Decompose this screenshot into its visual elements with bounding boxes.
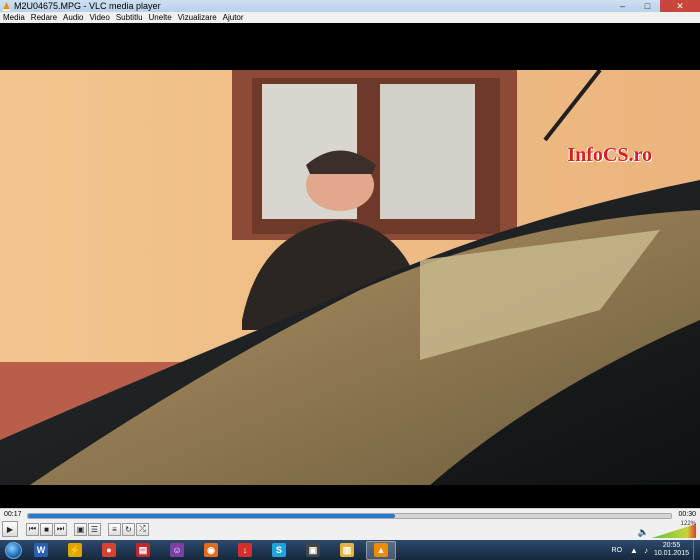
- seek-bar[interactable]: [27, 513, 672, 519]
- playlist-icon[interactable]: ≡: [108, 522, 121, 536]
- total-time: 00:30: [678, 511, 696, 518]
- start-button[interactable]: [0, 540, 26, 560]
- taskbar-app-pdf[interactable]: ▤: [128, 541, 158, 560]
- taskbar-app-downloader[interactable]: ↓: [230, 541, 260, 560]
- shuffle-icon[interactable]: ⤮: [136, 522, 149, 536]
- video-frame: InfoCS.ro: [0, 70, 700, 485]
- messenger-icon: ☺: [170, 543, 184, 557]
- chrome-icon: ●: [102, 543, 116, 557]
- clock[interactable]: 20:55 10.01.2015: [654, 542, 689, 558]
- control-panel: 00:17 00:30 ▶ ⏮ ■ ⏭ ▣ ☰ ≡ ↻ ⤮ 🔈 122%: [0, 508, 700, 541]
- vlc-icon: ▲: [374, 543, 388, 557]
- volume-level: 122%: [680, 521, 696, 527]
- taskbar: W ⚡ ● ▤ ☺ ◉ ↓ S ▣ ▥ ▲ RO ▲ ♪ 20:55 10.01.2015: [0, 540, 700, 560]
- equalizer-icon[interactable]: ☰: [88, 522, 101, 536]
- menu-media[interactable]: Media: [0, 12, 28, 23]
- taskbar-app-vlc[interactable]: ▲: [366, 540, 396, 560]
- menu-redare[interactable]: Redare: [28, 12, 60, 23]
- download-icon: ↓: [238, 543, 252, 557]
- menu-subtitlu[interactable]: Subtitlu: [113, 12, 146, 23]
- clock-time: 20:55: [662, 542, 681, 549]
- show-desktop-button[interactable]: [693, 540, 700, 560]
- close-icon[interactable]: ✕: [660, 0, 700, 12]
- volume-control[interactable]: 🔈 122%: [638, 521, 696, 538]
- menu-vizualizare[interactable]: Vizualizare: [175, 12, 220, 23]
- camera-icon: ▣: [306, 543, 320, 557]
- current-time: 00:17: [4, 511, 22, 518]
- window-title: M2U04675.MPG - VLC media player: [14, 1, 161, 11]
- taskbar-app-messenger[interactable]: ☺: [162, 541, 192, 560]
- video-area[interactable]: InfoCS.ro: [0, 23, 700, 508]
- taskbar-app-chrome[interactable]: ●: [94, 541, 124, 560]
- minimize-icon[interactable]: –: [610, 0, 635, 12]
- folder-icon: ▥: [340, 543, 354, 557]
- stop-icon[interactable]: ■: [40, 522, 53, 536]
- maximize-icon[interactable]: □: [635, 0, 660, 12]
- watermark: InfoCS.ro: [567, 144, 652, 167]
- pdf-icon: ▤: [136, 543, 150, 557]
- title-bar: M2U04675.MPG - VLC media player – □ ✕: [0, 0, 700, 12]
- tray-speaker-icon[interactable]: ♪: [644, 546, 648, 555]
- menu-unelte[interactable]: Unelte: [146, 12, 175, 23]
- menu-audio[interactable]: Audio: [60, 12, 86, 23]
- menu-ajutor[interactable]: Ajutor: [220, 12, 247, 23]
- vlc-cone-icon: [2, 1, 11, 11]
- winamp-icon: ⚡: [68, 543, 82, 557]
- taskbar-app-winamp[interactable]: ⚡: [60, 541, 90, 560]
- language-indicator[interactable]: RO: [612, 547, 623, 554]
- fullscreen-icon[interactable]: ▣: [74, 522, 87, 536]
- skype-icon: S: [272, 543, 286, 557]
- network-icon[interactable]: ▲: [630, 546, 638, 555]
- play-icon[interactable]: ▶: [2, 521, 18, 537]
- watermark-text: InfoCS.ro: [567, 144, 652, 166]
- speaker-icon[interactable]: 🔈: [638, 527, 649, 538]
- windows-logo-icon: [4, 541, 22, 559]
- menu-video[interactable]: Video: [87, 12, 113, 23]
- firefox-icon: ◉: [204, 543, 218, 557]
- taskbar-app-firefox[interactable]: ◉: [196, 541, 226, 560]
- previous-icon[interactable]: ⏮: [26, 522, 39, 536]
- seek-progress: [28, 514, 395, 518]
- taskbar-app-camera[interactable]: ▣: [298, 541, 328, 560]
- taskbar-app-skype[interactable]: S: [264, 541, 294, 560]
- video-still: [0, 70, 700, 485]
- taskbar-app-explorer[interactable]: ▥: [332, 541, 362, 560]
- word-icon: W: [34, 543, 48, 557]
- system-tray: RO ▲ ♪ 20:55 10.01.2015: [612, 540, 700, 560]
- clock-date: 10.01.2015: [653, 550, 689, 557]
- loop-icon[interactable]: ↻: [122, 522, 135, 536]
- taskbar-app-word[interactable]: W: [26, 541, 56, 560]
- next-icon[interactable]: ⏭: [54, 522, 67, 536]
